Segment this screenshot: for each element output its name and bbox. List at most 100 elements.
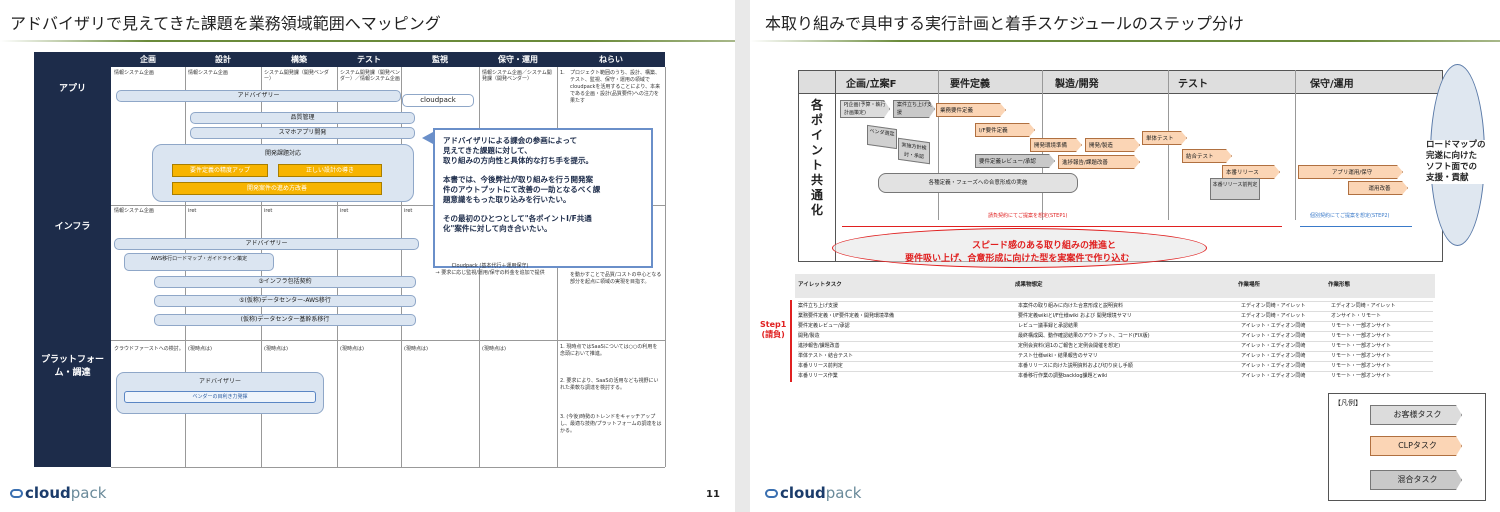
slide-gap bbox=[735, 0, 750, 512]
table-row: 本番リリース前判定 本番リリースに向けた説明資料および切り戻し手順 アイレット・エデ… bbox=[798, 361, 1433, 370]
task-kickoff: 案件立ち上げ支援 bbox=[893, 100, 935, 118]
table-row: 進捗報告/課題改善 定例会資料(週1のご報告と定例会開催を想定) アイレット・エディ… bbox=[798, 341, 1433, 350]
phase-operations: 保守/運用 bbox=[1310, 79, 1354, 90]
orange-requirements: 要件定義の精度アップ bbox=[172, 164, 268, 177]
table-cell: 本番リリース作業 bbox=[798, 373, 838, 379]
table-cell: 最終構成図、動作確認結果のアウトプット、コード(FIX版) bbox=[1018, 333, 1150, 339]
app-cell-plan: 情報システム企画 bbox=[114, 70, 154, 76]
task-pj-plan: PJ企画(予算・執行計画策定) bbox=[840, 100, 890, 118]
th-location: 作業場所 bbox=[1238, 282, 1261, 288]
table-cell: リモート・一部オンサイト bbox=[1331, 343, 1392, 349]
col-header-monitor: 監視 bbox=[401, 52, 479, 67]
cloudpack-logo: cloudpack bbox=[10, 484, 106, 502]
logo-brand: cloud bbox=[25, 484, 71, 502]
task-build: 開発/製造 bbox=[1085, 138, 1140, 152]
infra-bar-dc-aws: ⑤(仮称)データセンター-AWS移行 bbox=[154, 295, 416, 307]
table-cell: レビュー議事録と承認結果 bbox=[1018, 323, 1079, 329]
task-consensus: 各種定義・フェーズへの合意形成の実施 bbox=[878, 173, 1078, 193]
table-cell: アイレット・エディオン同崎 bbox=[1241, 363, 1306, 369]
phase-test: テスト bbox=[1178, 79, 1208, 90]
grid-line bbox=[111, 340, 665, 341]
table-cell: 進捗報告/課題改善 bbox=[798, 343, 840, 349]
step1-bracket bbox=[790, 300, 792, 382]
infra-cell-test: iret bbox=[340, 208, 349, 214]
step2-note: 個別契約にてご提案を想定(STEP2) bbox=[1310, 213, 1390, 219]
table-cell: 本番移行作業の調整backlog課題とwiki bbox=[1018, 373, 1108, 379]
title-underline bbox=[0, 40, 735, 42]
table-cell: 開発/製造 bbox=[798, 333, 820, 339]
platform-aim-1: 1. 現時点ではSaaSについては○○の利用を念頭において推進。 bbox=[560, 344, 658, 357]
callout-line: 題意識をもった取り込みを行いたい。 bbox=[443, 195, 571, 204]
task-policy-approval: 実施方針検討・承認 bbox=[898, 137, 930, 165]
phase-planning: 企画/立案F bbox=[846, 79, 897, 90]
task-env-prep: 開発環境準備 bbox=[1030, 138, 1082, 152]
goal-line: 完遂に向けた bbox=[1426, 151, 1478, 161]
task-release: 本番リリース bbox=[1222, 165, 1280, 179]
table-cell: 要件定義wikiとI/F仕様wiki および 開発環境サマリ bbox=[1018, 313, 1132, 319]
table-cell: アイレット・エディオン同崎 bbox=[1241, 333, 1306, 339]
slide-1-title: アドバイザリで見えてきた課題を業務領域範囲へマッピング bbox=[10, 14, 441, 33]
cloudpack-logo: cloudpack bbox=[765, 484, 861, 502]
table-cell: 業務要件定義・I/F要件定義・開発環境準備 bbox=[798, 313, 895, 319]
th-deliverable: 成果物想定 bbox=[1015, 282, 1043, 288]
goal-line: 支援・貢献 bbox=[1426, 173, 1469, 183]
platform-cell-test: (現時点は) bbox=[340, 346, 364, 352]
task-business-req: 業務要件定義 bbox=[936, 103, 1006, 117]
callout-line: その最初のひとつとして"各ポイントI/F共通 bbox=[443, 214, 592, 223]
cloud-icon bbox=[10, 489, 23, 498]
step1-label: Step1 (請負) bbox=[760, 320, 786, 340]
table-row: 開発/製造 最終構成図、動作確認結果のアウトプット、コード(FIX版) アイレット・… bbox=[798, 331, 1433, 340]
table-cell: 定例会資料(週1のご報告と定例会開催を想定) bbox=[1018, 343, 1121, 349]
platform-cell-monitor: (現時点は) bbox=[404, 346, 428, 352]
table-cell: エディオン同崎・アイレット bbox=[1331, 303, 1396, 309]
app-bar-cloudpack: cloudpack bbox=[402, 94, 474, 107]
infra-cell-monitor: iret bbox=[404, 208, 413, 214]
slide-2: 本取り組みで具申する実行計画と着手スケジュールのステップ分け 企画/立案F 要件… bbox=[750, 0, 1500, 512]
app-bar-mobile: スマホアプリ開発 bbox=[190, 127, 415, 139]
table-cell: リモート・一部オンサイト bbox=[1331, 363, 1392, 369]
callout-line: 化"案件に対して向き合いたい。 bbox=[443, 224, 552, 233]
table-cell: 要件定義レビュー/承認 bbox=[798, 323, 850, 329]
logo-suffix: pack bbox=[70, 484, 107, 502]
platform-aim-2: 2. 要求により、SaaSの活用なども視野にいれた柔軟な調達を検討する。 bbox=[560, 378, 659, 391]
table-cell: テスト仕様wiki・結果報告のサマリ bbox=[1018, 353, 1098, 359]
platform-cell-plan: クラウドファーストへの検討。 bbox=[114, 346, 184, 352]
orange-process: 開発案件の進め方改善 bbox=[172, 182, 382, 195]
infra-bar-advisory: アドバイザリー bbox=[114, 238, 419, 250]
page-number: 11 bbox=[706, 489, 720, 500]
table-cell: リモート・一部オンサイト bbox=[1331, 373, 1392, 379]
col-header-plan: 企画 bbox=[111, 52, 185, 67]
table-cell: リモート・一部オンサイト bbox=[1331, 333, 1392, 339]
infra-cloudpack-note: Cloudpack (基本代行＋運用保守) → 要求に応じ監視/運用/保守の料金… bbox=[420, 263, 560, 277]
table-cell: 案件立ち上げ支援 bbox=[798, 303, 839, 309]
legend-title: 【凡例】 bbox=[1334, 399, 1362, 407]
task-integration-test: 結合テスト bbox=[1182, 149, 1232, 163]
goal-line: ロードマップの bbox=[1426, 140, 1486, 150]
infra-aim-text: を動かすことで品質/コストの中心となる部分を起点に領域の実現を目指す。 bbox=[570, 272, 662, 285]
table-cell: アイレット・エディオン同崎 bbox=[1241, 353, 1306, 359]
app-cell-build: システム開発課（開発ベンダー） bbox=[264, 70, 329, 82]
platform-cell-build: (現時点は) bbox=[264, 346, 288, 352]
infra-cell-design: iret bbox=[188, 208, 197, 214]
callout-line: 件のアウトプットにて改善の一助となるべく課 bbox=[443, 185, 601, 194]
col-header-build: 構築 bbox=[261, 52, 337, 67]
grid-line bbox=[938, 70, 939, 220]
task-req-review: 要件定義レビュー/承認 bbox=[975, 154, 1055, 168]
table-row: 本番リリース作業 本番移行作業の調整backlog課題とwiki アイレット・エディ… bbox=[798, 371, 1433, 380]
table-cell: 本番リリース前判定 bbox=[798, 363, 843, 369]
step1-note: 請負契約にてご提案を想定(STEP1) bbox=[988, 213, 1068, 219]
platform-cell-design: (現時点は) bbox=[188, 346, 212, 352]
table-row: 案件立ち上げ支援 本案件の取り組みに向けた合意形成と説明資料 エディオン同崎・アイレ… bbox=[798, 301, 1433, 310]
table-cell: 本案件の取り組みに向けた合意形成と説明資料 bbox=[1018, 303, 1124, 309]
task-ops-improve: 運用改善 bbox=[1348, 181, 1408, 195]
grid-line bbox=[665, 67, 666, 467]
table-cell: アイレット・エディオン同崎 bbox=[1241, 323, 1306, 329]
legend-clp: CLPタスク bbox=[1370, 436, 1462, 456]
cloud-icon bbox=[765, 489, 778, 498]
platform-aim-3: 3. (今後)時勢のトレンドをキャッチアップし、最適な技術/プラットフォームの調… bbox=[560, 414, 662, 434]
table-row: 業務要件定義・I/F要件定義・開発環境準備 要件定義wikiとI/F仕様wiki … bbox=[798, 311, 1433, 320]
slide-1: アドバイザリで見えてきた課題を業務領域範囲へマッピング 企画 設計 構築 テスト… bbox=[0, 0, 735, 512]
grid-line bbox=[1168, 70, 1169, 220]
table-row: 単体テスト・結合テスト テスト仕様wiki・結果報告のサマリ アイレット・エディオン… bbox=[798, 351, 1433, 360]
app-aim-text: プロジェクト範囲のうち、設計、構築、テスト、監視、保守・運用の領域でcloudp… bbox=[570, 70, 661, 104]
